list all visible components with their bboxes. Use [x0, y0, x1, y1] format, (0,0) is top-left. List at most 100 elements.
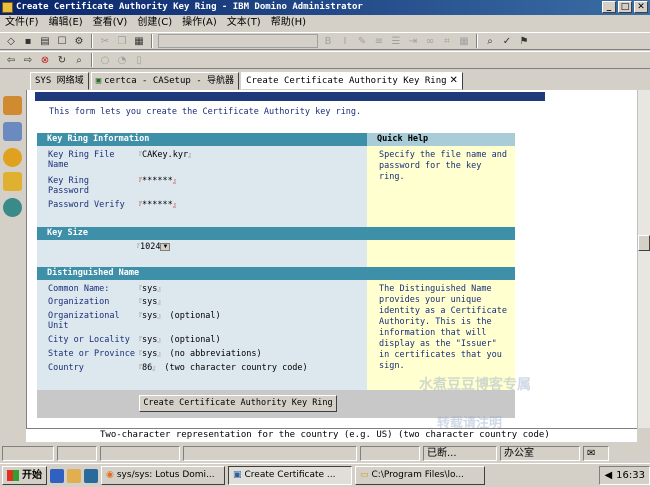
find-icon[interactable]: ⌕: [483, 35, 497, 48]
menu-actions[interactable]: 操作(A): [177, 15, 222, 31]
menu-view[interactable]: 查看(V): [88, 15, 133, 31]
menu-file[interactable]: 文件(F): [0, 15, 44, 31]
toolbar-navigation: ⇦ ⇨ ⊗ ↻ ⌕ ○ ◔ ▯: [0, 51, 650, 69]
window-tabs: SYS 网络域 ▣ certca - CASetup - 导航器 Create C…: [30, 72, 650, 90]
refresh-icon[interactable]: ◇: [4, 35, 18, 48]
open-database-icon[interactable]: ☐: [55, 35, 69, 48]
section-key-size: Key Size: [37, 227, 367, 240]
intro-text: This form lets you create the Certificat…: [49, 107, 362, 117]
todo-bookmark-icon[interactable]: [3, 172, 22, 191]
close-button[interactable]: ✕: [634, 1, 648, 13]
password-verify-field[interactable]: 『******』: [135, 200, 180, 210]
status-pane-1[interactable]: [2, 445, 54, 461]
menu-text[interactable]: 文本(T): [222, 15, 266, 31]
menu-help[interactable]: 帮助(H): [266, 15, 311, 31]
volume-icon[interactable]: ◀: [604, 470, 612, 481]
menu-edit[interactable]: 编辑(E): [44, 15, 88, 31]
clock[interactable]: 16:33: [616, 470, 645, 481]
key-ring-password-label: Key Ring Password: [48, 176, 89, 196]
refresh-page-icon[interactable]: ↻: [55, 54, 69, 67]
bold-icon[interactable]: B: [321, 35, 335, 48]
document-icon[interactable]: ▯: [132, 54, 146, 67]
stop-icon[interactable]: ⊗: [38, 54, 52, 67]
replicator-bookmark-icon[interactable]: [3, 198, 22, 217]
mail-bookmark-icon[interactable]: [3, 96, 22, 115]
cut-icon[interactable]: ✂: [98, 35, 112, 48]
copy-icon[interactable]: ❐: [115, 35, 129, 48]
vertical-scrollbar[interactable]: [637, 90, 650, 428]
key-ring-help: Specify the file name and password for t…: [379, 150, 507, 182]
form-content: This form lets you create the Certificat…: [26, 90, 637, 428]
close-tab-icon[interactable]: ✕: [450, 73, 458, 89]
calendar-bookmark-icon[interactable]: [3, 122, 22, 141]
numbering-icon[interactable]: ☰: [389, 35, 403, 48]
taskbar-button-program-files[interactable]: ▭ C:\Program Files\lo...: [355, 466, 485, 485]
menu-create[interactable]: 创建(C): [132, 15, 177, 31]
section-quick-help: Quick Help: [367, 133, 515, 146]
title-bar: Create Certificate Authority Key Ring - …: [0, 0, 650, 15]
desktop-quicklaunch-icon[interactable]: [84, 468, 98, 483]
taskbar-button-lotus-domino[interactable]: ◉ sys/sys: Lotus Domi...: [101, 466, 225, 485]
system-tray: ◀ 16:33: [599, 466, 650, 485]
properties-icon[interactable]: ⚑: [517, 35, 531, 48]
explorer-quicklaunch-icon[interactable]: [67, 468, 81, 483]
paste-icon[interactable]: ▦: [132, 35, 146, 48]
common-name-field[interactable]: 『sys』: [135, 284, 164, 294]
taskbar-button-create-certificate[interactable]: ▣ Create Certificate ...: [228, 466, 352, 485]
status-mail-icon[interactable]: ✉: [583, 445, 609, 461]
key-ring-password-field[interactable]: 『******』: [135, 176, 180, 186]
city-note: (optional): [169, 335, 221, 345]
dropdown-arrow-icon[interactable]: ▼: [160, 242, 171, 251]
start-button[interactable]: 开始: [2, 466, 47, 485]
tab-create-ca-key-ring[interactable]: Create Certificate Authority Key Ring ✕: [241, 72, 463, 90]
org-unit-label: Organizational Unit: [48, 311, 120, 331]
attach-icon[interactable]: ⌗: [440, 35, 454, 48]
scrollbar-thumb[interactable]: [638, 235, 650, 251]
search-icon[interactable]: ⌕: [72, 54, 86, 67]
state-label: State or Province: [48, 349, 135, 359]
people-icon[interactable]: ◔: [115, 54, 129, 67]
font-selector[interactable]: [158, 34, 318, 48]
save-icon[interactable]: ▪: [21, 35, 35, 48]
status-location[interactable]: 办公室: [500, 445, 580, 461]
key-size-select[interactable]: 『1024 ▼: [133, 242, 171, 252]
contacts-bookmark-icon[interactable]: [3, 148, 22, 167]
ie-quicklaunch-icon[interactable]: [50, 468, 64, 483]
back-icon[interactable]: ⇦: [4, 54, 18, 67]
city-field[interactable]: 『sys』 (optional): [135, 335, 221, 345]
chat-icon[interactable]: ○: [98, 54, 112, 67]
create-key-ring-button[interactable]: Create Certificate Authority Key Ring: [139, 395, 337, 412]
header-strip: [35, 92, 545, 101]
section-key-ring-info: Key Ring Information: [37, 133, 367, 146]
link-icon[interactable]: ∞: [423, 35, 437, 48]
bullets-icon[interactable]: ≡: [372, 35, 386, 48]
state-field[interactable]: 『sys』 (no abbreviations): [135, 349, 262, 359]
indent-icon[interactable]: ⇥: [406, 35, 420, 48]
status-connection[interactable]: 已断...: [423, 445, 497, 461]
city-label: City or Locality: [48, 335, 130, 345]
common-name-label: Common Name:: [48, 284, 110, 294]
org-unit-field[interactable]: 『sys』 (optional): [135, 311, 221, 321]
tab-sys-domain[interactable]: SYS 网络域: [30, 72, 89, 90]
status-pane-2[interactable]: [57, 445, 97, 461]
field-hint-bar: Two-character representation for the cou…: [26, 428, 637, 442]
status-pane-4[interactable]: [360, 445, 420, 461]
forward-icon[interactable]: ⇨: [21, 54, 35, 67]
spellcheck-icon[interactable]: ✓: [500, 35, 514, 48]
status-pane-3[interactable]: [100, 445, 180, 461]
highlight-icon[interactable]: ✎: [355, 35, 369, 48]
key-ring-file-field[interactable]: 『CAKey.kyr』: [135, 150, 195, 160]
italic-icon[interactable]: I: [338, 35, 352, 48]
minimize-button[interactable]: _: [602, 1, 616, 13]
maximize-button[interactable]: □: [618, 1, 632, 13]
print-icon[interactable]: ▤: [38, 35, 52, 48]
status-bar: 已断... 办公室 ✉: [0, 444, 650, 462]
window-title: Create Certificate Authority Key Ring - …: [16, 2, 363, 12]
table-icon[interactable]: ▦: [457, 35, 471, 48]
state-note: (no abbreviations): [169, 349, 262, 359]
replicate-icon[interactable]: ⚙: [72, 35, 86, 48]
organization-field[interactable]: 『sys』: [135, 297, 164, 307]
tab-certca-navigator[interactable]: ▣ certca - CASetup - 导航器: [90, 72, 240, 90]
country-field[interactable]: 『86』 (two character country code): [135, 363, 308, 373]
bookmark-bar: [0, 90, 25, 462]
